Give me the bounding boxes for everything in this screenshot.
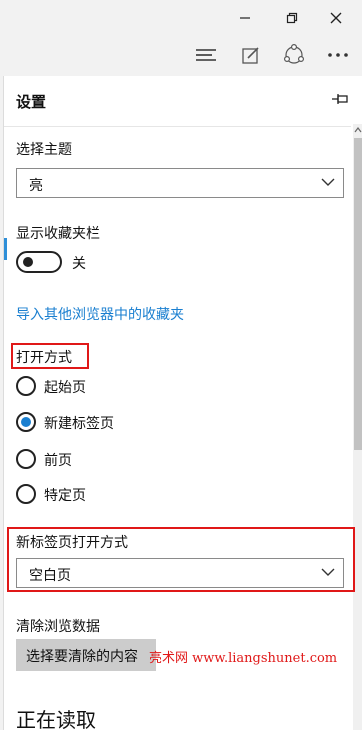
radio-start-page-label: 起始页 bbox=[44, 380, 86, 396]
share-button[interactable] bbox=[272, 38, 316, 72]
radio-previous-pages-label: 前页 bbox=[44, 453, 72, 469]
scrollbar[interactable] bbox=[353, 124, 362, 730]
favorites-bar-toggle[interactable] bbox=[16, 251, 62, 273]
toggle-knob bbox=[23, 257, 33, 267]
web-note-button[interactable] bbox=[229, 38, 273, 72]
new-tab-select-value: 空白页 bbox=[29, 568, 71, 584]
radio-new-tab-page-label: 新建标签页 bbox=[44, 416, 114, 432]
more-icon bbox=[328, 53, 348, 57]
radio-start-page[interactable] bbox=[16, 376, 36, 396]
theme-select[interactable]: 亮 bbox=[16, 168, 344, 198]
settings-panel: 设置 选择主题 亮 显示收藏夹栏 关 导入其他浏览器中的收藏夹 打开方式 起始页… bbox=[3, 76, 362, 730]
panel-title: 设置 bbox=[16, 93, 47, 111]
chevron-up-icon bbox=[354, 127, 362, 133]
open-with-label: 打开方式 bbox=[16, 350, 72, 366]
hub-button[interactable] bbox=[184, 38, 228, 72]
header-divider bbox=[4, 126, 351, 127]
hub-icon bbox=[196, 49, 216, 61]
restore-icon bbox=[286, 12, 298, 24]
focus-accent bbox=[4, 238, 7, 260]
reading-section-heading: 正在读取 bbox=[16, 708, 96, 730]
chevron-down-icon bbox=[321, 178, 335, 186]
browser-toolbar bbox=[0, 36, 362, 74]
favorites-bar-label: 显示收藏夹栏 bbox=[16, 226, 100, 242]
close-button[interactable] bbox=[313, 0, 359, 36]
radio-specific-page[interactable] bbox=[16, 484, 36, 504]
pin-button[interactable] bbox=[330, 90, 350, 108]
radio-specific-page-label: 特定页 bbox=[44, 488, 86, 504]
theme-label: 选择主题 bbox=[16, 142, 72, 158]
import-favorites-link[interactable]: 导入其他浏览器中的收藏夹 bbox=[16, 304, 184, 324]
radio-selected-dot bbox=[21, 417, 31, 427]
clear-data-label: 清除浏览数据 bbox=[16, 619, 100, 635]
new-tab-label: 新标签页打开方式 bbox=[16, 535, 128, 551]
scroll-up-button[interactable] bbox=[353, 124, 362, 136]
web-note-icon bbox=[242, 47, 259, 64]
share-icon bbox=[283, 44, 305, 64]
title-bar bbox=[0, 0, 362, 36]
restore-button[interactable] bbox=[269, 0, 315, 36]
scroll-thumb[interactable] bbox=[354, 138, 362, 450]
pin-icon bbox=[332, 94, 348, 104]
more-button[interactable] bbox=[316, 38, 360, 72]
watermark: 亮术网 www.liangshunet.com bbox=[149, 651, 338, 666]
theme-select-value: 亮 bbox=[29, 178, 43, 194]
close-icon bbox=[330, 12, 342, 24]
minimize-button[interactable] bbox=[222, 0, 268, 36]
radio-new-tab-page[interactable] bbox=[16, 412, 36, 432]
radio-previous-pages[interactable] bbox=[16, 449, 36, 469]
minimize-icon bbox=[240, 17, 250, 19]
favorites-bar-state: 关 bbox=[72, 256, 86, 272]
chevron-down-icon bbox=[321, 568, 335, 576]
choose-what-to-clear-button[interactable]: 选择要清除的内容 bbox=[16, 639, 156, 671]
new-tab-select[interactable]: 空白页 bbox=[16, 558, 344, 588]
